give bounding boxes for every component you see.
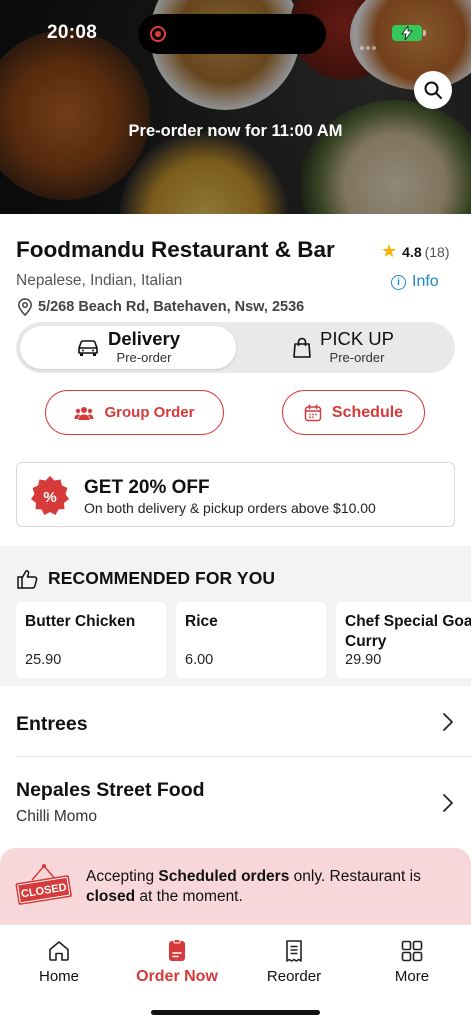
tab-more[interactable]: More [353,939,471,985]
recommended-heading: RECOMMENDED FOR YOU [17,568,275,589]
tab-reorder[interactable]: Reorder [235,939,353,985]
signal-dots-icon [360,37,382,50]
info-label: Info [412,273,439,290]
pickup-option[interactable]: PICK UP Pre-order [235,326,451,369]
battery-charging-icon [392,25,426,41]
pickup-label: PICK UP [319,328,395,349]
promo-title: GET 20% OFF [84,477,210,498]
thumbs-up-icon [17,569,38,589]
shopping-bag-icon [293,337,311,358]
tab-label: Order Now [136,968,218,985]
menu-section-street-food[interactable]: Nepales Street Food Chilli Momo [0,757,471,847]
home-icon [49,941,69,961]
location-pin-icon [18,298,32,316]
delivery-option[interactable]: Delivery Pre-order [20,326,236,369]
tab-label: Home [38,968,79,985]
recommended-section: RECOMMENDED FOR YOU Butter Chicken 25.90… [0,546,471,686]
car-icon [78,339,98,356]
restaurant-name: Foodmandu Restaurant & Bar [16,237,335,262]
home-indicator[interactable] [151,1010,320,1015]
order-icon [169,939,185,961]
item-price: 25.90 [25,652,62,668]
tab-label: Reorder [266,968,322,985]
promo-subtitle: On both delivery & pickup orders above $… [84,500,376,516]
tab-bar: Home Order Now Reorder More [0,924,471,1024]
tab-label: More [394,968,430,985]
recommended-heading-text: RECOMMENDED FOR YOU [48,568,276,588]
discount-badge-icon: % [31,476,69,515]
tab-order-now[interactable]: Order Now [118,939,236,986]
schedule-label: Schedule [331,403,404,421]
closed-notice: CLOSED Accepting Scheduled orders only. … [0,848,471,928]
receipt-icon [286,940,302,962]
dynamic-island [138,14,326,54]
chevron-right-icon [443,794,453,812]
rating-score: 4.8 [402,243,422,260]
rating-count: (18) [424,243,450,260]
group-order-label: Group Order [104,404,195,421]
delivery-sublabel: Pre-order [116,350,172,365]
menu-section-entrees[interactable]: Entrees [0,686,471,756]
address-text: 5/268 Beach Rd, Batehaven, Nsw, 2536 [38,299,305,315]
search-icon [424,81,442,99]
menu-section-title: Entrees [16,713,88,735]
item-price: 29.90 [345,652,382,668]
calendar-icon [304,403,322,421]
preorder-banner-text: Pre-order now for 11:00 AM [128,122,343,140]
group-order-button[interactable]: Group Order [45,390,224,435]
recording-indicator-icon [150,26,166,42]
cuisine-list: Nepalese, Indian, Italian [16,272,183,289]
hero-banner: 20:08 Pre-order now for 11:00 AM [0,0,471,214]
star-icon: ★ [381,241,398,261]
address: 5/268 Beach Rd, Batehaven, Nsw, 2536 [17,298,304,316]
item-name-line1: Chef Special Goat [345,613,471,630]
closed-sign-icon: CLOSED [15,864,72,905]
menu-section-title: Nepales Street Food [16,779,205,801]
info-icon: i [391,274,406,290]
recommended-item[interactable]: Butter Chicken 25.90 [16,602,166,678]
delivery-label: Delivery [108,328,180,349]
group-icon [74,406,94,420]
status-time: 20:08 [47,22,98,43]
grid-icon [401,940,423,962]
promo-card[interactable]: % GET 20% OFF On both delivery & pickup … [16,462,455,527]
item-name-line2: Curry [345,633,387,650]
recommended-item[interactable]: Chef Special Goat Curry 29.90 [336,602,471,678]
order-mode-toggle: Delivery Pre-order PICK UP Pre-order [16,322,455,373]
item-name: Chef Special Goat Curry [345,612,471,652]
closed-message: Accepting Scheduled orders only. Restaur… [86,868,421,905]
item-price: 6.00 [185,652,214,668]
svg-text:%: % [43,489,56,506]
item-name: Butter Chicken [25,613,136,630]
info-link[interactable]: i Info [391,273,439,291]
tab-home[interactable]: Home [0,939,118,985]
recommended-item[interactable]: Rice 6.00 [176,602,326,678]
search-button[interactable] [414,71,452,109]
schedule-button[interactable]: Schedule [282,390,425,435]
rating[interactable]: ★ 4.8 (18) [381,241,450,262]
item-name: Rice [185,613,218,630]
chevron-right-icon [443,713,453,731]
pickup-sublabel: Pre-order [329,350,385,365]
menu-section-subtitle: Chilli Momo [16,808,97,825]
